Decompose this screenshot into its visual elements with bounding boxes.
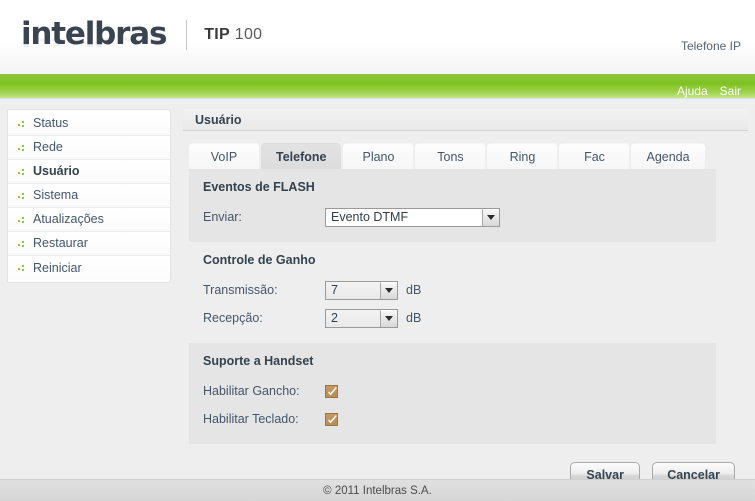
transmissao-select[interactable]: 7	[325, 280, 398, 300]
logo-wordmark: intelbras	[21, 16, 167, 52]
tab-label: VoIP	[210, 149, 238, 164]
sidebar-item-rede[interactable]: Rede	[8, 136, 170, 160]
bullet-dots-icon	[17, 143, 28, 153]
recepcao-select-value: 2	[331, 311, 338, 325]
bullet-dots-icon	[17, 119, 28, 129]
device-model: TIP 100	[204, 26, 262, 44]
transmissao-field-row: Transmissão: 7 dB	[203, 278, 716, 302]
recepcao-field-row: Recepção: 2 dB	[203, 306, 716, 330]
page-header: intelbras intelbras TIP 100 Telefone IP	[0, 0, 755, 74]
page-body: Status Rede Usuário Sistema Atualizações…	[0, 99, 755, 487]
sidebar-item-sistema[interactable]: Sistema	[8, 184, 170, 208]
tab-fac[interactable]: Fac	[559, 143, 630, 169]
gancho-field-row: Habilitar Gancho:	[203, 379, 716, 403]
tab-label: Tons	[437, 149, 464, 164]
recepcao-label: Recepção:	[203, 311, 263, 325]
tab-agenda[interactable]: Agenda	[631, 143, 705, 169]
chevron-down-icon	[380, 309, 397, 327]
tab-label: Telefone	[276, 149, 327, 164]
handset-support-section: Suporte a Handset Habilitar Gancho: Habi…	[189, 343, 716, 444]
sidebar-item-restaurar[interactable]: Restaurar	[8, 232, 170, 256]
tab-label: Plano	[362, 149, 395, 164]
check-icon	[328, 414, 337, 423]
sidebar-item-usuario[interactable]: Usuário	[8, 160, 170, 184]
tab-bar: VoIP Telefone Plano Tons Ring Fac Agenda	[183, 143, 745, 169]
sidebar-item-atualizacoes[interactable]: Atualizações	[8, 208, 170, 232]
main-content: Usuário VoIP Telefone Plano Tons Ring Fa…	[183, 109, 748, 487]
sidebar-item-label: Sistema	[33, 188, 79, 203]
habilitar-teclado-checkbox[interactable]	[325, 412, 338, 426]
sidebar-item-label: Status	[33, 116, 69, 131]
top-green-bar: Ajuda Sair	[0, 74, 755, 99]
sidebar-item-label: Reiniciar	[33, 260, 82, 275]
help-link[interactable]: Ajuda	[677, 85, 708, 97]
recepcao-select[interactable]: 2	[325, 308, 398, 328]
sidebar-item-label: Usuário	[33, 164, 80, 179]
page-title: Usuário	[183, 109, 748, 131]
device-model-prefix: TIP	[204, 25, 231, 43]
enviar-label: Enviar:	[203, 210, 242, 224]
device-type-label: Telefone IP	[680, 39, 741, 53]
topbar-links: Ajuda Sair	[677, 85, 741, 97]
transmissao-select-value: 7	[331, 283, 338, 297]
tab-plano[interactable]: Plano	[343, 143, 414, 169]
sidebar-item-label: Restaurar	[33, 236, 88, 251]
tab-voip[interactable]: VoIP	[189, 143, 259, 169]
transmissao-label: Transmissão:	[203, 283, 278, 297]
logo-divider	[186, 19, 188, 50]
tab-label: Ring	[509, 149, 536, 164]
page-footer: © 2011 Intelbras S.A.	[0, 479, 755, 501]
sidebar-item-label: Rede	[33, 140, 63, 155]
habilitar-gancho-checkbox[interactable]	[325, 384, 338, 398]
logout-link[interactable]: Sair	[720, 85, 741, 97]
teclado-field-row: Habilitar Teclado:	[203, 407, 716, 431]
section-heading: Controle de Ganho	[203, 253, 316, 267]
section-heading: Suporte a Handset	[203, 354, 314, 368]
sidebar-item-label: Atualizações	[33, 212, 104, 227]
check-icon	[328, 386, 337, 395]
tab-label: Fac	[584, 149, 605, 164]
bullet-dots-icon	[17, 167, 28, 177]
device-model-number: 100	[234, 25, 263, 43]
chevron-down-icon	[482, 208, 499, 226]
section-heading: Eventos de FLASH	[203, 180, 315, 194]
gancho-label: Habilitar Gancho:	[203, 384, 300, 398]
gain-control-section: Controle de Ganho Transmissão: 7 dB Rece…	[189, 242, 716, 343]
recepcao-unit: dB	[406, 311, 422, 325]
tab-ring[interactable]: Ring	[487, 143, 558, 169]
copyright-text: © 2011 Intelbras S.A.	[323, 484, 432, 497]
tab-label: Agenda	[646, 149, 690, 164]
sidebar-item-reiniciar[interactable]: Reiniciar	[8, 256, 170, 280]
bullet-dots-icon	[17, 239, 28, 249]
bullet-dots-icon	[17, 215, 28, 225]
tab-telefone[interactable]: Telefone	[261, 143, 342, 169]
enviar-select[interactable]: Evento DTMF	[325, 207, 500, 227]
sidebar-item-status[interactable]: Status	[8, 112, 170, 136]
teclado-label: Habilitar Teclado:	[203, 412, 299, 426]
enviar-select-value: Evento DTMF	[331, 210, 409, 224]
sidebar-nav: Status Rede Usuário Sistema Atualizações…	[7, 109, 171, 283]
tab-tons[interactable]: Tons	[415, 143, 486, 169]
transmissao-unit: dB	[406, 283, 422, 297]
brand-logo: intelbras TIP 100	[21, 19, 262, 50]
bullet-dots-icon	[17, 191, 28, 201]
bullet-dots-icon	[17, 263, 28, 273]
chevron-down-icon	[380, 281, 397, 299]
flash-events-section: Eventos de FLASH Enviar: Evento DTMF	[189, 169, 716, 242]
enviar-field-row: Enviar: Evento DTMF	[203, 205, 716, 229]
